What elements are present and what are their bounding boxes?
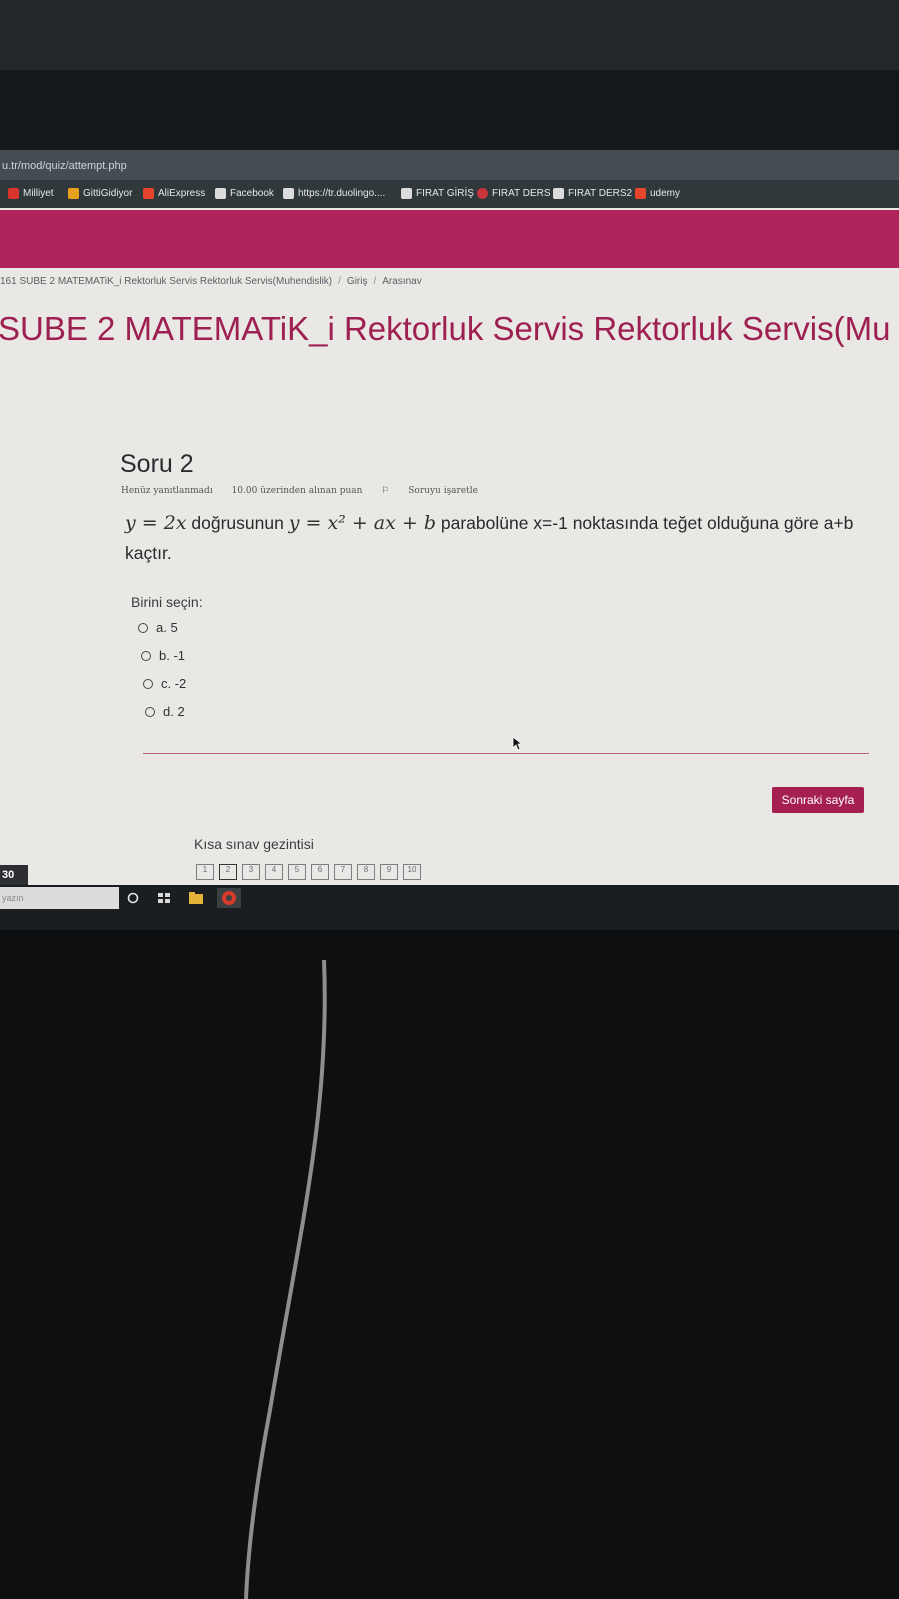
quiz-nav-page-2[interactable]: 2 xyxy=(219,864,237,880)
breadcrumb-section[interactable]: Giriş xyxy=(347,276,368,287)
page-icon xyxy=(215,188,226,199)
next-page-button[interactable]: Sonraki sayfa xyxy=(772,787,864,813)
background-wall xyxy=(0,0,899,70)
page-icon xyxy=(401,188,412,199)
quiz-nav-page-10[interactable]: 10 xyxy=(403,864,421,880)
browser-screen: u.tr/mod/quiz/attempt.php Milliyet Gitti… xyxy=(0,150,899,930)
page-icon xyxy=(553,188,564,199)
answer-option-b[interactable]: b. -1 xyxy=(141,648,185,663)
flag-question[interactable]: ⚐ Soruyu işaretle xyxy=(381,486,494,496)
bookmarks-bar: Milliyet GittiGidiyor AliExpress Faceboo… xyxy=(0,180,899,208)
breadcrumb-course[interactable]: 161 SUBE 2 MATEMATiK_i Rektorluk Servis … xyxy=(0,276,332,287)
answer-option-c[interactable]: c. -2 xyxy=(143,676,186,691)
windows-taskbar: yazın xyxy=(0,885,899,930)
question-status: Henüz yanıtlanmadı xyxy=(121,486,213,496)
choose-label: Birini seçin: xyxy=(131,594,203,610)
quiz-nav-page-7[interactable]: 7 xyxy=(334,864,352,880)
quiz-nav-page-4[interactable]: 4 xyxy=(265,864,283,880)
gittigidiyor-icon xyxy=(68,188,79,199)
bookmark-duolingo[interactable]: https://tr.duolingo.... xyxy=(283,188,385,199)
question-points: 10.00 üzerinden alınan puan xyxy=(231,486,363,496)
radio-button[interactable] xyxy=(138,622,148,633)
answer-option-a[interactable]: a. 5 xyxy=(138,620,178,635)
math-line-equation: y = 2x xyxy=(125,512,187,534)
question-divider xyxy=(143,753,869,754)
math-parabola-equation: y = x² + ax + b xyxy=(288,512,436,534)
radio-button[interactable] xyxy=(143,678,153,689)
monitor-bezel xyxy=(0,70,899,150)
task-view-icon[interactable] xyxy=(157,891,171,905)
mouse-cursor-icon xyxy=(512,736,524,751)
quiz-navigation: 1 2 3 4 5 6 7 8 9 10 xyxy=(196,864,421,880)
quiz-nav-page-1[interactable]: 1 xyxy=(196,864,214,880)
breadcrumb-page[interactable]: Arasınav xyxy=(382,276,421,287)
question-text-part1: doğrusunun xyxy=(186,513,289,533)
quiz-nav-page-3[interactable]: 3 xyxy=(242,864,260,880)
bookmark-firat-ders2[interactable]: FIRAT DERS2 xyxy=(553,188,632,199)
time-badge: 30 xyxy=(0,865,28,885)
milliyet-icon xyxy=(8,188,19,199)
radio-button[interactable] xyxy=(145,706,155,717)
bookmark-firat-giris[interactable]: FIRAT GİRİŞ xyxy=(401,188,474,199)
taskbar-search-input[interactable]: yazın xyxy=(0,887,119,909)
quiz-nav-page-6[interactable]: 6 xyxy=(311,864,329,880)
bookmark-udemy[interactable]: udemy xyxy=(635,188,680,199)
question-title: Soru 2 xyxy=(120,450,194,478)
bookmark-facebook[interactable]: Facebook xyxy=(215,188,274,199)
bookmark-firat-ders[interactable]: FIRAT DERS xyxy=(477,188,551,199)
cortana-icon[interactable] xyxy=(126,891,140,905)
address-bar[interactable]: u.tr/mod/quiz/attempt.php xyxy=(0,150,899,180)
bookmark-milliyet[interactable]: Milliyet xyxy=(8,188,54,199)
udemy-icon xyxy=(635,188,646,199)
site-header xyxy=(0,210,899,268)
browser-taskbar-icon[interactable] xyxy=(217,888,241,908)
power-cable xyxy=(244,959,327,1599)
bookmark-gittigidiyor[interactable]: GittiGidiyor xyxy=(68,188,132,199)
quiz-nav-page-9[interactable]: 9 xyxy=(380,864,398,880)
breadcrumb: 161 SUBE 2 MATEMATiK_i Rektorluk Servis … xyxy=(0,276,422,287)
url-text[interactable]: u.tr/mod/quiz/attempt.php xyxy=(2,160,127,172)
grid-icon xyxy=(283,188,294,199)
question-text: y = 2x doğrusunun y = x² + ax + b parabo… xyxy=(125,508,885,568)
file-explorer-icon[interactable] xyxy=(188,891,204,905)
quiz-nav-page-8[interactable]: 8 xyxy=(357,864,375,880)
answer-option-d[interactable]: d. 2 xyxy=(145,704,185,719)
firat-icon xyxy=(477,188,488,199)
quiz-navigation-title: Kısa sınav gezintisi xyxy=(194,836,314,852)
aliexpress-icon xyxy=(143,188,154,199)
radio-button[interactable] xyxy=(141,650,151,661)
page-title: SUBE 2 MATEMATiK_i Rektorluk Servis Rekt… xyxy=(0,310,891,347)
quiz-nav-page-5[interactable]: 5 xyxy=(288,864,306,880)
question-info: Henüz yanıtlanmadı 10.00 üzerinden alına… xyxy=(121,486,510,496)
flag-icon: ⚐ xyxy=(381,486,393,496)
bookmark-aliexpress[interactable]: AliExpress xyxy=(143,188,205,199)
